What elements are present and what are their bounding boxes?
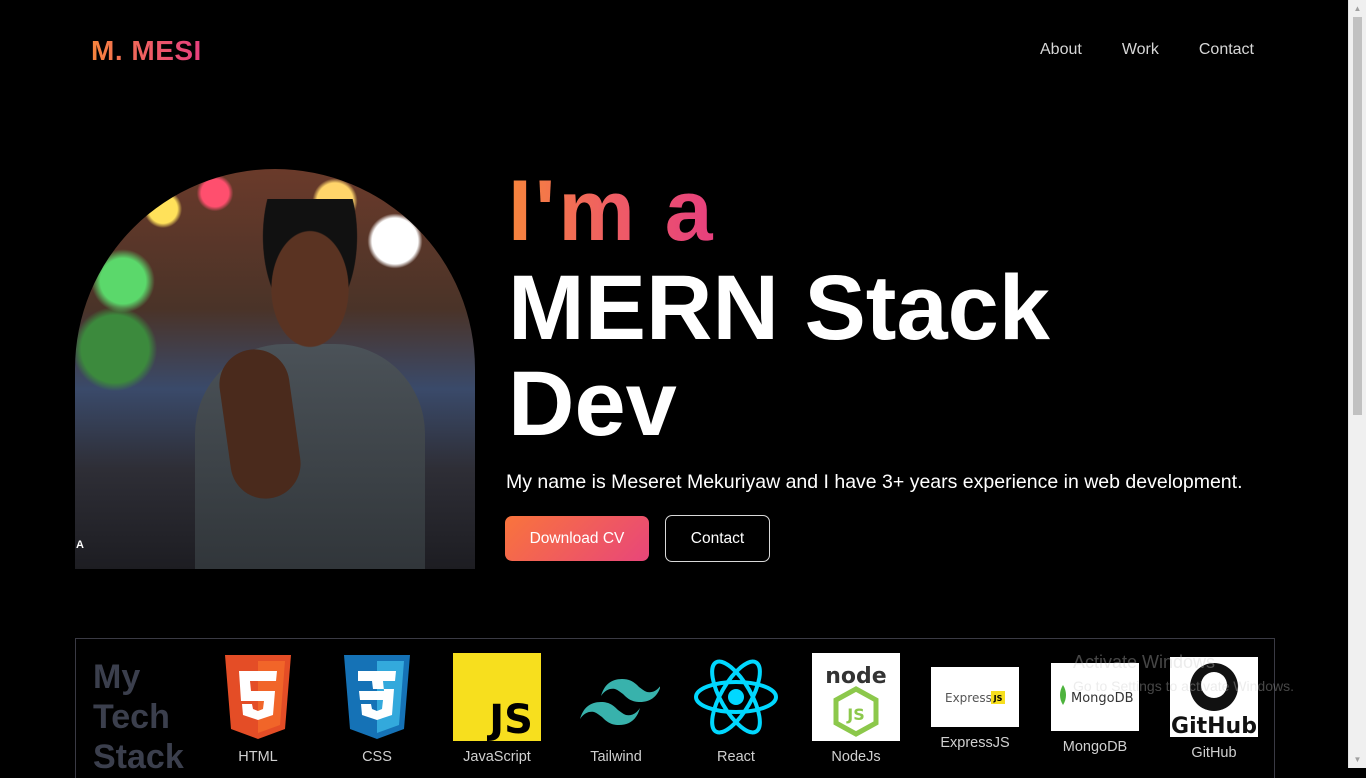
tech-item-javascript: JS JavaScript [437,653,557,765]
contact-button[interactable]: Contact [665,515,770,562]
javascript-icon: JS [453,653,541,741]
node-js-text: JS [846,705,864,724]
tech-label: JavaScript [463,749,531,765]
hero-title-line1: MERN Stack [508,257,1050,359]
nav-about-link[interactable]: About [1040,40,1082,60]
photo-person-head [250,199,370,349]
tech-label: NodeJs [831,749,881,765]
express-logo-text: Express [945,691,992,705]
github-logo-text: GitHub [1171,714,1257,737]
main-nav: About Work Contact [1000,40,1254,60]
scrollbar-thumb[interactable] [1353,17,1362,415]
profile-photo: A [75,169,475,569]
page-scrollbar[interactable]: ▲ ▼ [1348,0,1366,768]
nav-work-link[interactable]: Work [1122,40,1159,60]
tech-item-react: React [676,653,796,765]
tailwind-icon [580,679,660,725]
mongodb-icon: MongoDB [1051,663,1139,731]
tech-label: GitHub [1191,745,1237,761]
tech-item-expressjs: Express JS ExpressJS [915,667,1035,751]
site-logo[interactable]: M. MESI [91,34,202,68]
tech-stack-title: My Tech Stack [93,657,193,777]
tech-item-tailwind: Tailwind [556,653,676,765]
tech-item-nodejs: node JS NodeJs [796,653,916,765]
tech-label: CSS [362,749,392,765]
hero-intro: I'm a [508,163,716,259]
scroll-up-arrow-icon[interactable]: ▲ [1349,0,1366,17]
tech-stack-section: My Tech Stack HTML CSS JS JavaScript Tai… [75,638,1275,778]
nav-contact-link[interactable]: Contact [1199,40,1254,60]
tech-stack-title-line: My [93,658,141,696]
scroll-down-arrow-icon[interactable]: ▼ [1349,751,1366,768]
tech-stack-title-line: Stack [93,738,184,776]
html5-icon [225,655,291,739]
mongodb-logo-text: MongoDB [1071,691,1134,706]
photo-alt-text: A [76,539,84,551]
tech-item-github: GitHub GitHub [1154,657,1274,761]
tech-label: MongoDB [1062,739,1128,755]
node-logo-text: node [825,664,886,689]
tech-label: ExpressJS [940,735,1010,751]
tech-item-html: HTML [198,653,318,765]
tech-label: Tailwind [590,749,642,765]
expressjs-icon: Express JS [931,667,1019,727]
tech-label: React [717,749,755,765]
tech-stack-title-line: Tech [93,698,170,736]
hero-title-line2: Dev [508,353,677,455]
js-logo-text: JS [486,697,533,741]
hero-description: My name is Meseret Mekuriyaw and I have … [506,471,1243,493]
express-js-badge-text: JS [993,694,1003,703]
github-icon: GitHub [1170,657,1258,737]
tech-label: HTML [238,749,278,765]
tech-item-mongodb: MongoDB MongoDB [1035,663,1155,755]
download-cv-button[interactable]: Download CV [505,516,649,561]
tech-item-css: CSS [317,653,437,765]
css3-icon [344,655,410,739]
react-icon [694,659,778,735]
nodejs-icon: node JS [812,653,900,741]
